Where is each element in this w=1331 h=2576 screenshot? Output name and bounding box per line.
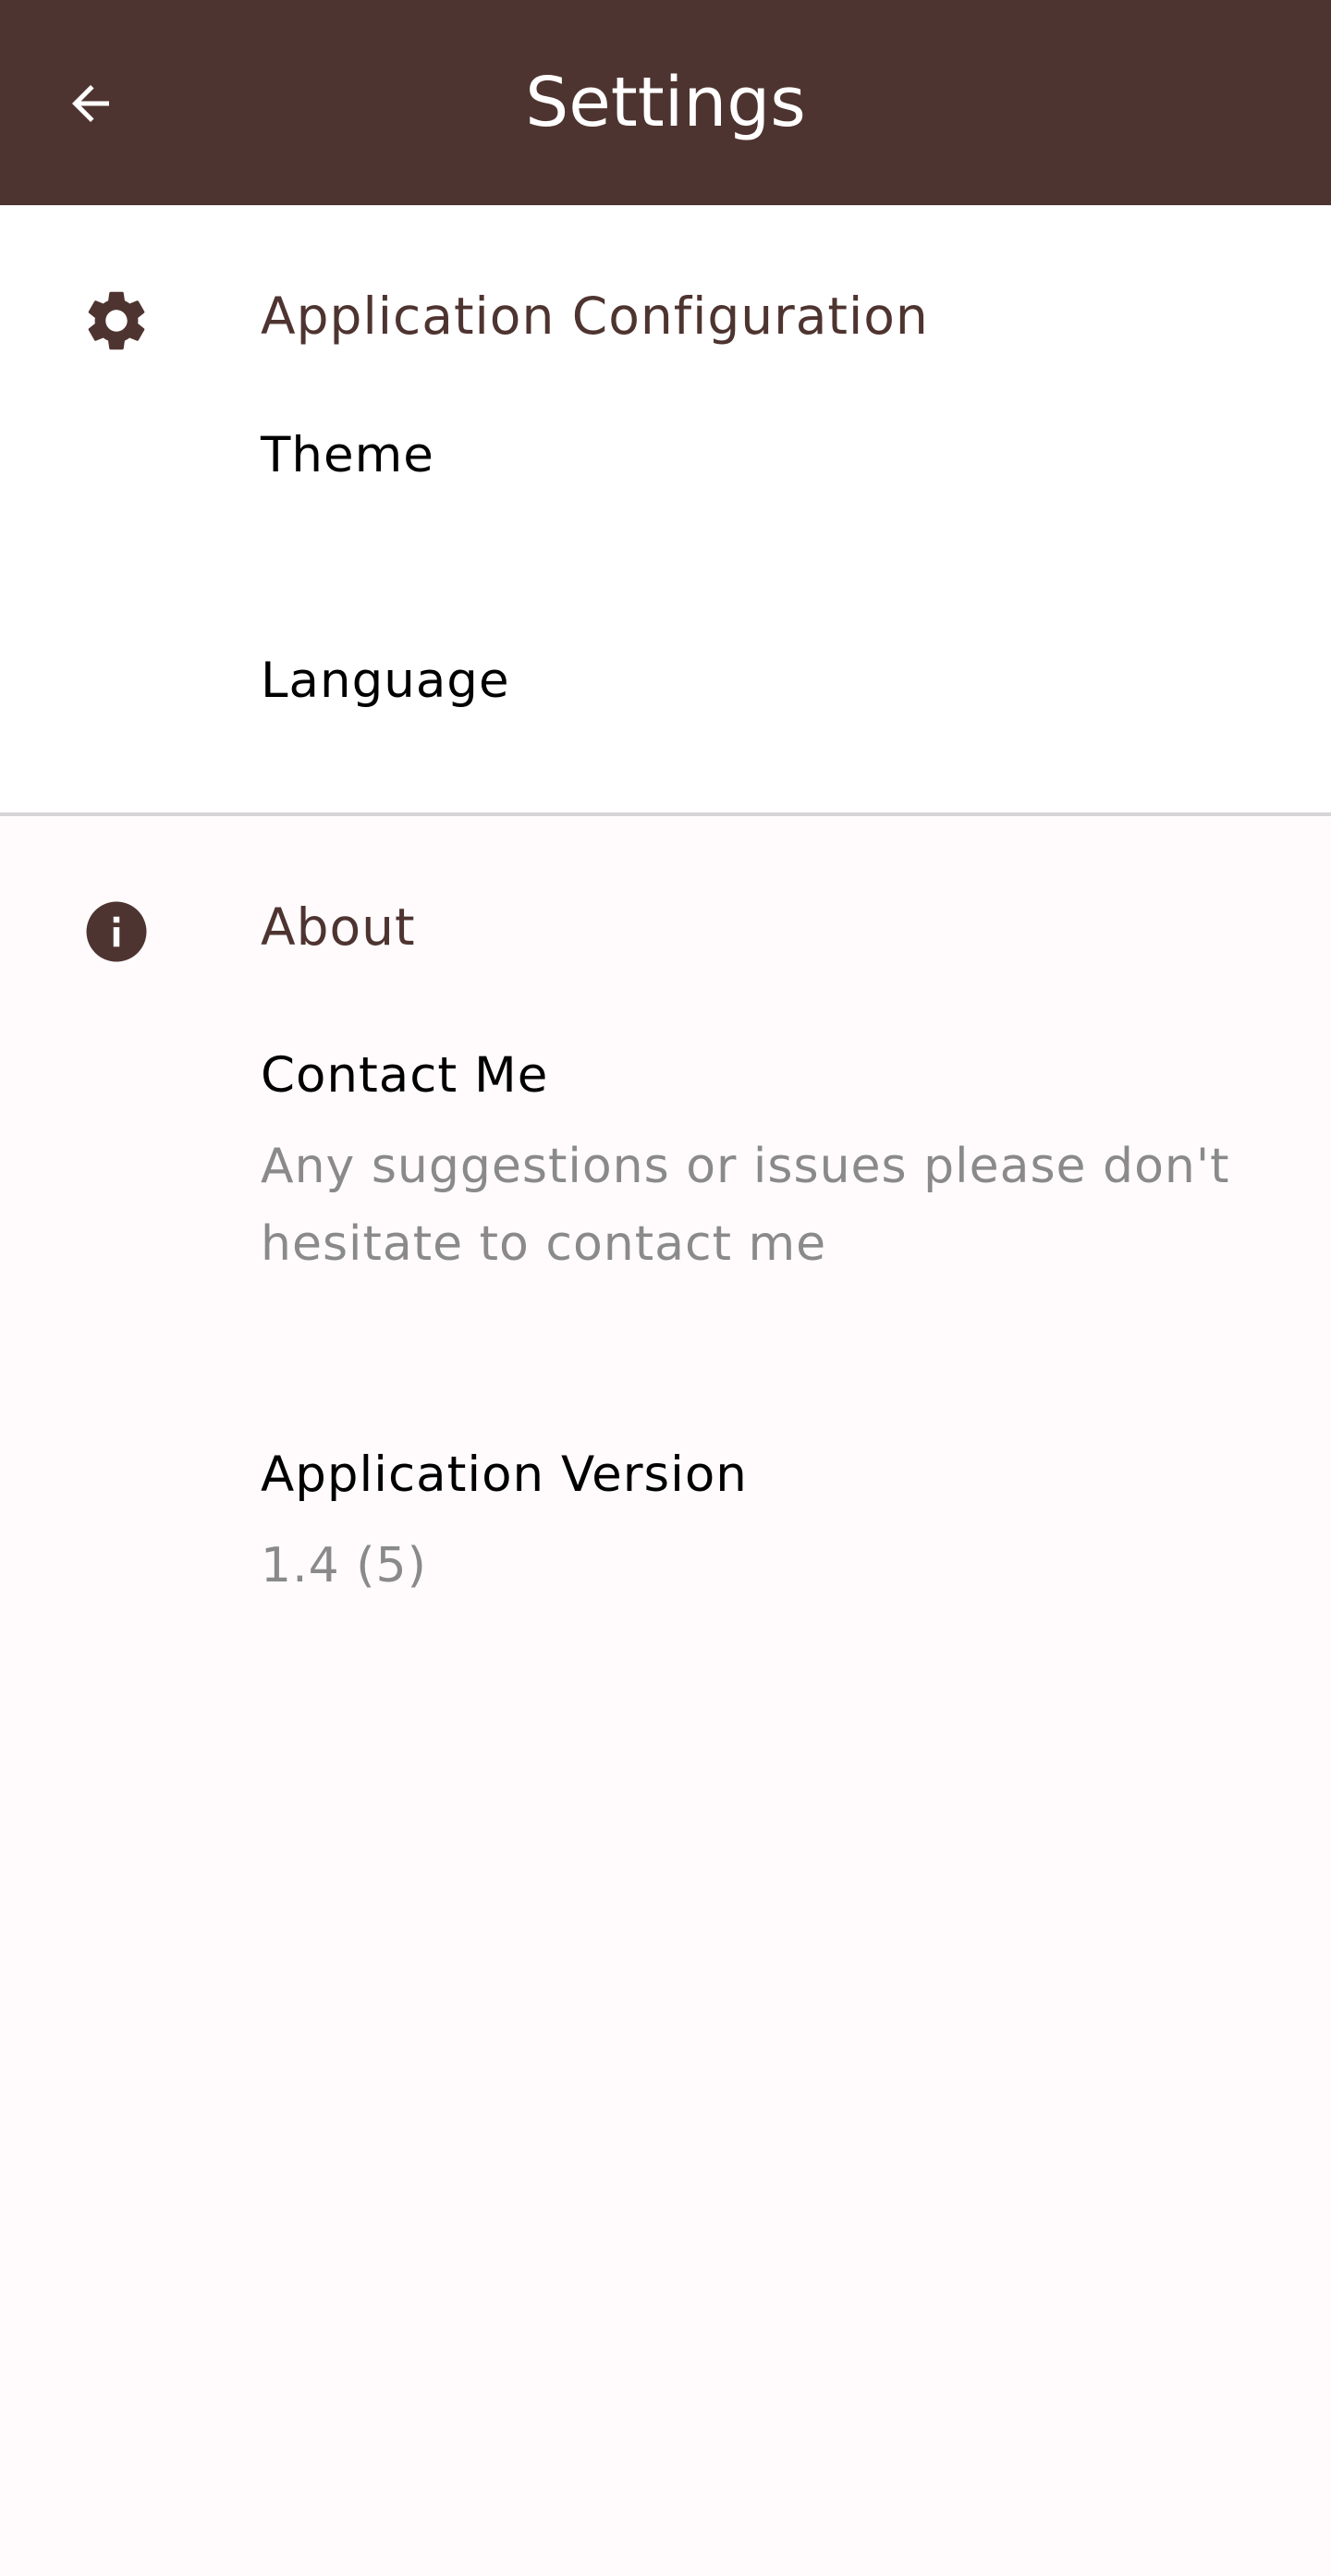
language-setting[interactable]: Language (0, 653, 1331, 791)
application-version-title: Application Version (261, 1447, 748, 1503)
arrow-back-icon (72, 85, 109, 122)
app-bar: Settings (0, 0, 1331, 205)
theme-setting-title: Theme (261, 427, 434, 483)
about-section: About Contact Me Any suggestions or issu… (0, 816, 1331, 2576)
contact-me-setting[interactable]: Contact Me Any suggestions or issues ple… (0, 1047, 1331, 1325)
section-header-about: About (261, 897, 416, 957)
contact-me-subtitle: Any suggestions or issues please don't h… (261, 1139, 1230, 1272)
page-title: Settings (525, 63, 806, 142)
contact-me-title: Contact Me (261, 1047, 549, 1104)
application-version-value: 1.4 (5) (261, 1538, 427, 1593)
section-header-application-configuration: Application Configuration (261, 287, 929, 346)
back-button[interactable] (44, 57, 137, 150)
application-configuration-section: Application Configuration Theme Language (0, 205, 1331, 812)
language-setting-title: Language (261, 653, 510, 709)
application-version-setting[interactable]: Application Version 1.4 (5) (0, 1447, 1331, 1631)
theme-setting[interactable]: Theme (0, 427, 1331, 566)
info-icon (86, 901, 147, 962)
gear-icon (88, 291, 145, 350)
